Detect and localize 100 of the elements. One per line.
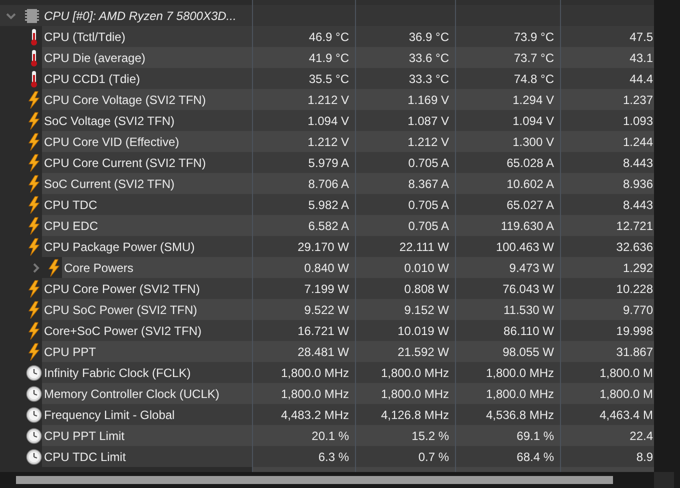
sensor-value: 9.152 W	[404, 302, 449, 316]
sensor-value: 1.094 V	[308, 114, 349, 128]
sensor-name: CPU CCD1 (Tdie)	[42, 68, 252, 89]
sensor-name: SoC Voltage (SVI2 TFN)	[42, 110, 252, 131]
sensor-value: 46.9 °C	[308, 30, 349, 44]
sensor-value: 0.705 A	[408, 218, 449, 232]
sensor-value: 36.9 °C	[408, 30, 449, 44]
sensor-value: 4,126.8 MHz	[380, 408, 449, 422]
sensor-value: 15.2 %	[412, 428, 449, 442]
sensor-value: 8.706 A	[308, 176, 349, 190]
sensor-value: 22.4	[630, 428, 653, 442]
sensor-value: 1.292	[622, 260, 653, 274]
sensor-value: 1,800.0 M	[600, 386, 653, 400]
sensor-name: CPU Die (average)	[42, 47, 252, 68]
thermometer-icon	[31, 70, 37, 87]
sensor-name: CPU Core VID (Effective)	[42, 131, 252, 152]
lightning-icon	[28, 154, 40, 172]
sensor-value: 1.093	[622, 114, 653, 128]
lightning-icon	[28, 322, 40, 340]
sensor-value: 0.808 W	[404, 282, 449, 296]
sensor-value: 33.3 °C	[408, 72, 449, 86]
sensor-value: 1.094 V	[512, 114, 554, 128]
sensor-value: 119.630 A	[500, 218, 554, 232]
sensor-name: SoC Current (SVI2 TFN)	[42, 173, 252, 194]
lightning-icon	[28, 90, 40, 108]
sensor-value: 6.3 %	[318, 450, 349, 464]
sensor-value: 29.170 W	[298, 240, 349, 254]
sensor-value: 1,800.0 MHz	[380, 386, 449, 400]
sensor-value: 43.1	[630, 50, 653, 64]
thermometer-icon	[31, 50, 37, 66]
sensor-value: 8.443	[622, 156, 653, 170]
lightning-icon	[28, 216, 40, 234]
sensor-value: 1.294 V	[512, 92, 554, 106]
sensor-value: 31.867	[616, 344, 653, 358]
sensor-value: 8.9	[636, 450, 653, 464]
clock-icon	[26, 386, 42, 402]
scrollbar-thumb[interactable]	[16, 476, 613, 484]
clock-icon	[26, 364, 42, 380]
sensor-value: 1,800.0 MHz	[280, 366, 349, 380]
sensor-value: 65.027 A	[506, 198, 554, 212]
sensor-value: 0.7 %	[418, 450, 449, 464]
lightning-icon	[28, 342, 40, 360]
sensor-name: CPU EDC	[42, 215, 252, 236]
lightning-icon	[28, 280, 40, 298]
sensor-value: 1.300 V	[512, 134, 554, 148]
sensor-value: 1.169 V	[408, 92, 449, 106]
sensor-name: CPU SoC Power (SVI2 TFN)	[42, 299, 252, 320]
lightning-icon	[28, 112, 40, 130]
sensor-value: 8.367 A	[408, 176, 449, 190]
thermometer-icon	[31, 28, 37, 45]
sensor-value: 1.212 V	[308, 92, 349, 106]
sensor-value: 10.228	[616, 282, 653, 296]
sensor-value: 1.212 V	[308, 134, 349, 148]
sensor-value: 33.6 °C	[408, 50, 449, 64]
sensor-name: CPU (Tctl/Tdie)	[42, 26, 252, 47]
sensor-value: 74.8 °C	[514, 72, 554, 86]
sensor-value: 19.998	[616, 324, 653, 338]
sensor-value: 98.055 W	[502, 344, 554, 358]
sensor-value: 22.111 W	[399, 240, 449, 254]
sensor-value: 68.4 %	[516, 450, 554, 464]
sensor-value: 76.043 W	[502, 282, 554, 296]
sensor-name: CPU Package Power (SMU)	[42, 236, 252, 257]
sensor-value: 7.199 W	[304, 282, 349, 296]
sensor-group-title[interactable]: CPU [#0]: AMD Ryzen 7 5800X3D...	[42, 8, 236, 22]
sensor-value: 4,536.8 MHz	[486, 408, 554, 422]
clock-icon	[26, 406, 42, 422]
sensor-value: 4,463.4 M	[600, 408, 653, 422]
sensor-value: 12.721	[616, 218, 653, 232]
sensor-value: 69.1 %	[516, 428, 554, 442]
scrollbar-corner	[654, 472, 674, 488]
sensor-value: 9.473 W	[509, 260, 554, 274]
sensor-value: 65.028 A	[506, 156, 554, 170]
sensor-value: 100.463 W	[496, 240, 554, 254]
lightning-icon	[28, 300, 40, 318]
sensor-value: 10.602 A	[506, 176, 554, 190]
sensor-name: CPU PPT	[42, 341, 252, 362]
chip-icon	[24, 8, 40, 22]
sensor-value: 1,800.0 MHz	[280, 386, 349, 400]
sensor-value: 47.5	[630, 30, 653, 44]
sensor-value: 1.244	[622, 134, 653, 148]
sensor-value: 20.1 %	[312, 428, 349, 442]
sensor-name: Core Powers	[62, 257, 252, 278]
collapse-chevron-icon[interactable]	[6, 12, 16, 19]
sensor-value: 0.705 A	[408, 156, 449, 170]
sensor-value: 35.5 °C	[308, 72, 349, 86]
clock-icon	[26, 448, 42, 464]
sensor-value: 5.979 A	[308, 156, 349, 170]
sensor-name: Memory Controller Clock (UCLK)	[42, 383, 252, 404]
sensor-value: 11.530 W	[504, 302, 554, 316]
lightning-icon	[28, 238, 40, 256]
sensor-value: 8.936	[622, 176, 653, 190]
sensor-value: 73.9 °C	[514, 30, 554, 44]
sensor-value: 1,800.0 MHz	[380, 366, 449, 380]
lightning-icon	[28, 174, 40, 192]
sensor-value: 9.770	[622, 302, 653, 316]
sensor-name: CPU Core Current (SVI2 TFN)	[42, 152, 252, 173]
expand-chevron-icon[interactable]	[33, 262, 40, 272]
sensor-value: 32.636	[616, 240, 653, 254]
sensor-value: 1,800.0 MHz	[486, 386, 554, 400]
sensor-value: 16.721 W	[298, 324, 349, 338]
